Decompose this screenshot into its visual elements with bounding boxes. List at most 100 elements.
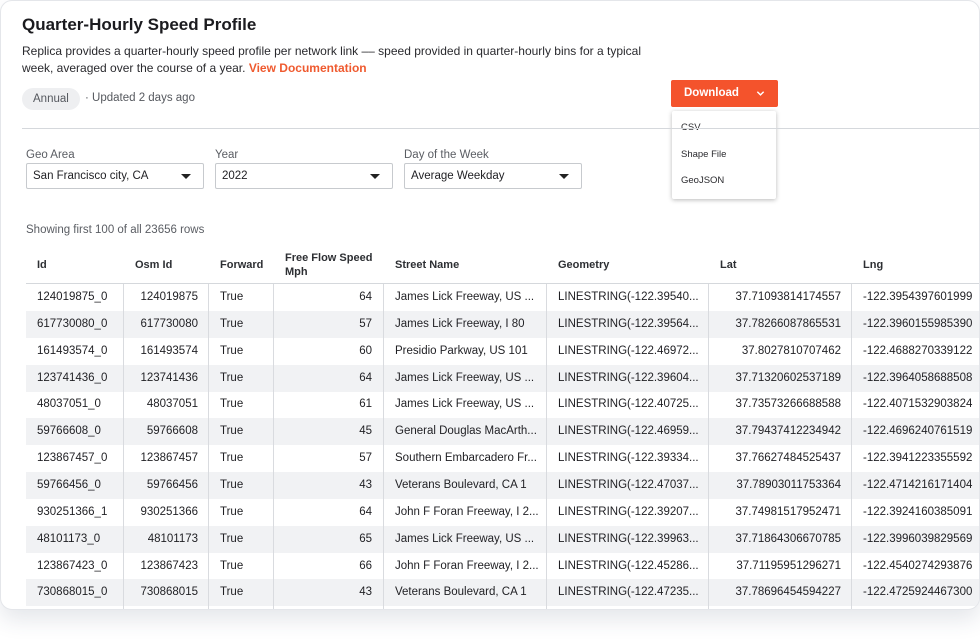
row-count-text: Showing first 100 of all 23656 rows: [26, 224, 205, 236]
day-of-week-value: Average Weekday: [411, 170, 505, 182]
view-documentation-link[interactable]: View Documentation: [249, 61, 367, 75]
table-row[interactable]: 123867423_0 123867423 True 66 John F Foran F…: [26, 553, 979, 580]
column-divider: [208, 284, 209, 609]
cell-street-name: Veterans Boulevard, CA 1: [395, 586, 527, 599]
table-row[interactable]: 124019875_0 124019875 True 64 James Lick Fre…: [26, 284, 979, 311]
cell-free-flow-speed: 66: [359, 559, 372, 572]
cell-id: 123867457_0: [37, 452, 108, 465]
year-select[interactable]: 2022: [215, 163, 393, 189]
cell-free-flow-speed: 64: [359, 291, 372, 303]
cell-osm-id: 123867423: [140, 559, 198, 572]
cell-geometry: LINESTRING(-122.39963...: [558, 532, 699, 545]
menu-item-geojson[interactable]: GeoJSON: [681, 175, 724, 186]
cell-street-name: Presidio Parkway, US 101: [395, 344, 528, 357]
cell-forward: True: [220, 371, 244, 384]
table-row[interactable]: 48037051_0 48037051 True 61 James Lick Freew…: [26, 391, 979, 418]
cell-osm-id: 48037051: [146, 398, 198, 411]
day-of-week-label: Day of the Week: [404, 149, 489, 161]
table-row[interactable]: 123867457_0 123867457 True 57 Southern Embar…: [26, 445, 979, 472]
table-row[interactable]: 930251366_1 930251366 True 64 John F Foran F…: [26, 499, 979, 526]
cell-forward: True: [220, 291, 244, 303]
cell-osm-id: 123867457: [140, 452, 198, 465]
column-divider: [123, 284, 124, 609]
updated-text: · Updated 2 days ago: [85, 92, 195, 104]
cell-lat: 37.71195951296271: [736, 559, 841, 572]
cell-forward: True: [220, 425, 244, 438]
cell-id: 617730080_0: [37, 317, 108, 330]
cell-id: 123741436_0: [37, 371, 108, 384]
cell-id: 730868015_0: [37, 586, 108, 599]
cell-osm-id: 59766456: [146, 478, 198, 491]
menu-item-shape-file[interactable]: Shape File: [681, 149, 726, 160]
cell-lng: -122.3924160385091: [863, 505, 973, 518]
cell-lng: -122.4071532903824: [863, 398, 973, 411]
cell-id: 59766608_0: [37, 425, 101, 438]
cell-lat: 37.78903011753364: [736, 478, 841, 491]
column-header-lng[interactable]: Lng: [863, 247, 973, 283]
cell-lng: -122.4714216171404: [863, 478, 973, 491]
cell-lng: -122.4688270339122: [863, 344, 973, 357]
header-divider: [22, 128, 979, 129]
cell-forward: True: [220, 532, 244, 545]
cell-forward: True: [220, 478, 244, 491]
cell-street-name: James Lick Freeway, US ...: [395, 532, 535, 545]
cell-lat: 37.76627484525437: [735, 452, 841, 465]
cell-geometry: LINESTRING(-122.40725...: [558, 398, 699, 411]
cell-geometry: LINESTRING(-122.45286...: [558, 559, 699, 572]
cell-street-name: John F Foran Freeway, I 2...: [395, 559, 539, 572]
cell-forward: True: [220, 344, 244, 357]
cell-free-flow-speed: 60: [359, 344, 372, 357]
table-row[interactable]: 48101173_0 48101173 True 65 James Lick Freew…: [26, 525, 979, 553]
column-header-geometry[interactable]: Geometry: [558, 247, 708, 283]
day-of-week-select[interactable]: Average Weekday: [404, 163, 582, 189]
cell-id: 48101173_0: [37, 532, 101, 545]
cell-lng: -122.4725924467300: [863, 586, 973, 599]
cell-geometry: LINESTRING(-122.39334...: [558, 452, 699, 465]
cell-lat: 37.71864306670785: [735, 532, 841, 545]
cell-street-name: John F Foran Freeway, I 2...: [395, 505, 539, 518]
cell-geometry: LINESTRING(-122.39604...: [558, 371, 699, 384]
year-value: 2022: [222, 170, 248, 182]
cell-lng: -122.4696240761519: [863, 425, 973, 438]
column-header-forward[interactable]: Forward: [220, 247, 280, 283]
cell-osm-id: 617730080: [140, 317, 198, 330]
geo-area-value: San Francisco city, CA: [33, 170, 149, 182]
column-header-lat[interactable]: Lat: [720, 247, 840, 283]
download-label: Download: [684, 87, 739, 99]
column-header-street-name[interactable]: Street Name: [395, 247, 545, 283]
cell-lng: -122.3954397601999: [863, 291, 973, 303]
table-row[interactable]: 161493574_0 161493574 True 60 Presidio Parkw…: [26, 338, 979, 365]
download-button[interactable]: Download: [671, 80, 778, 107]
cell-free-flow-speed: 64: [359, 505, 372, 518]
table-row[interactable]: 123741436_0 123741436 True 64 James Lick Fre…: [26, 364, 979, 392]
cell-free-flow-speed: 57: [359, 317, 372, 330]
cell-free-flow-speed: 57: [359, 452, 372, 465]
cell-street-name: James Lick Freeway, US ...: [395, 371, 535, 384]
cell-lng: -122.3960155985390: [863, 317, 973, 330]
cell-lat: 37.8027810707462: [741, 344, 841, 357]
cell-lat: 37.78266087865531: [735, 317, 841, 330]
cell-forward: True: [220, 452, 244, 465]
cell-geometry: LINESTRING(-122.39207...: [558, 505, 699, 518]
column-header-free-flow-speed[interactable]: Free Flow Speed Mph: [285, 247, 381, 283]
cell-lat: 37.71320602537189: [735, 371, 841, 384]
cell-geometry: LINESTRING(-122.39540...: [558, 291, 699, 303]
geo-area-label: Geo Area: [26, 149, 75, 161]
column-header-osm-id[interactable]: Osm Id: [135, 247, 215, 283]
cell-forward: True: [220, 586, 244, 599]
cell-lat: 37.73573266688588: [735, 398, 841, 411]
column-header-id[interactable]: Id: [37, 247, 127, 283]
cell-id: 124019875_0: [37, 291, 108, 303]
caret-down-icon: [370, 174, 380, 179]
cell-lng: -122.4540274293876: [863, 559, 973, 572]
annual-badge: Annual: [22, 88, 80, 110]
table-row[interactable]: 730868015_0 730868015 True 43 Veterans Boule…: [26, 579, 979, 607]
data-table: Id Osm Id Forward Free Flow Speed Mph St…: [26, 247, 979, 609]
geo-area-select[interactable]: San Francisco city, CA: [26, 163, 204, 189]
cell-forward: True: [220, 505, 244, 518]
cell-free-flow-speed: 65: [359, 532, 372, 545]
table-row[interactable]: 59766608_0 59766608 True 45 General Douglas …: [26, 418, 979, 446]
table-row[interactable]: 59766456_0 59766456 True 43 Veterans Bouleva…: [26, 471, 979, 499]
table-row[interactable]: 617730080_0 617730080 True 57 James Lick Fre…: [26, 310, 979, 338]
cell-forward: True: [220, 398, 244, 411]
